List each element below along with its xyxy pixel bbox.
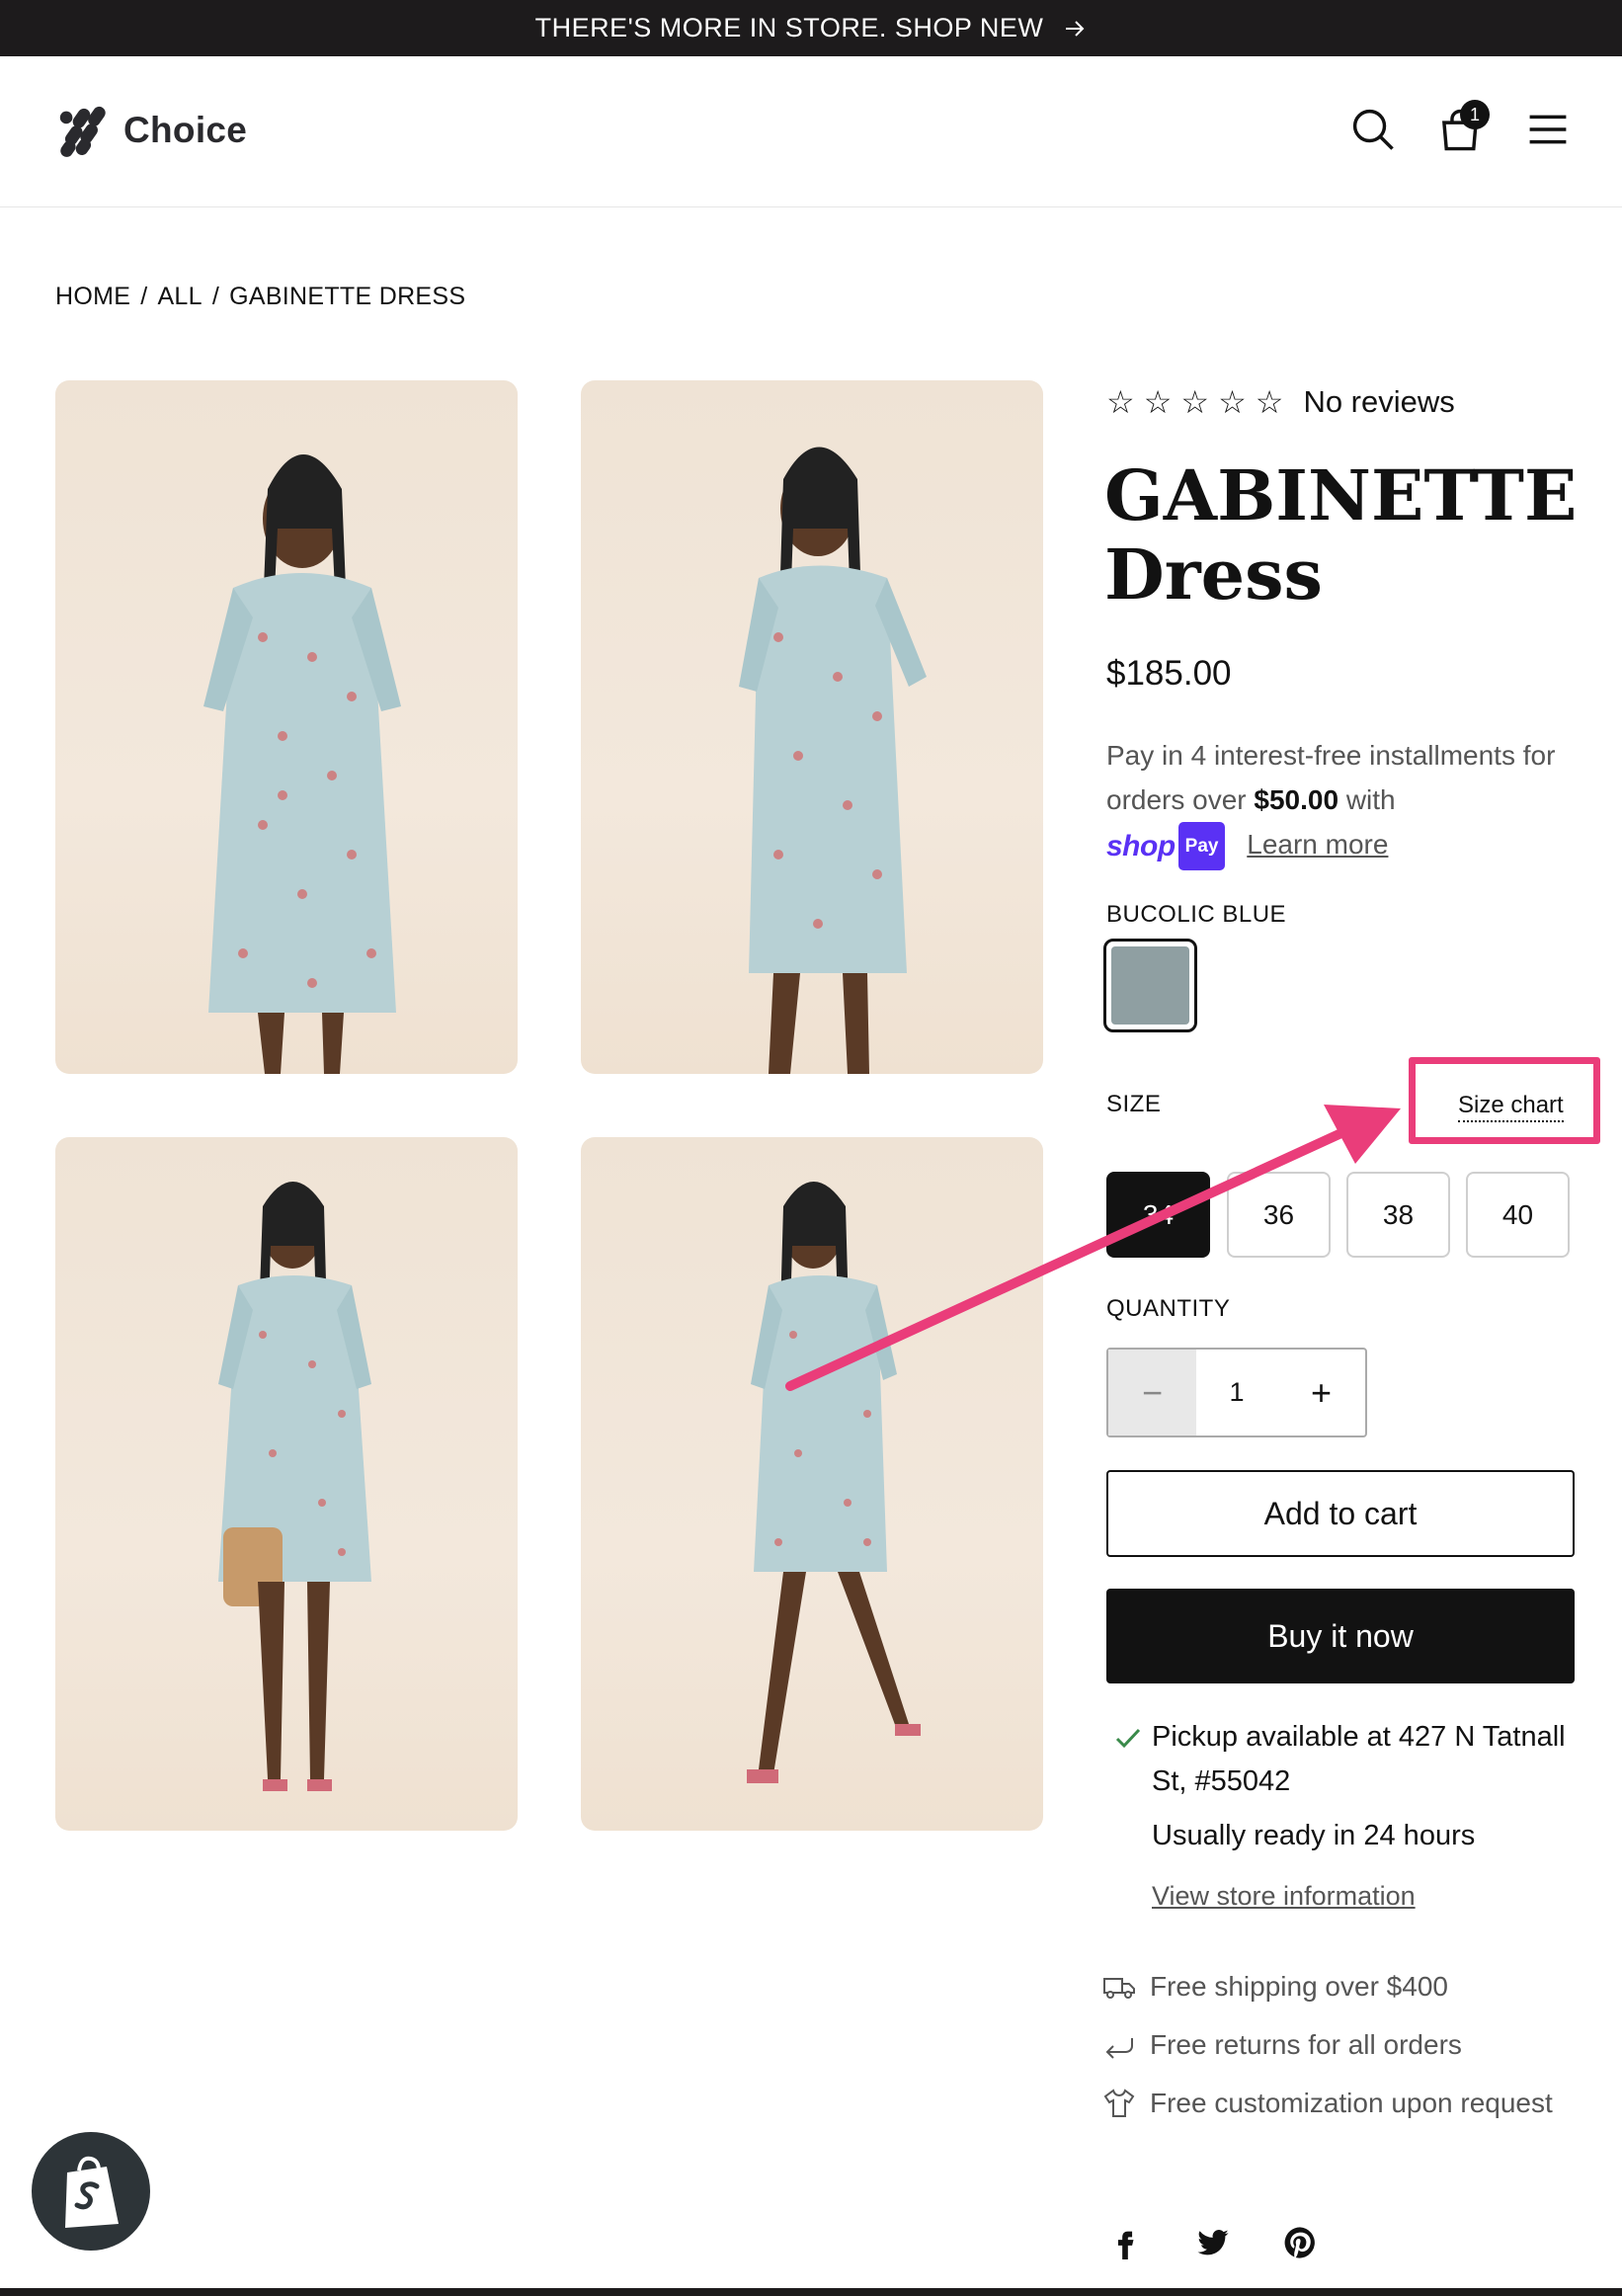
announcement-text[interactable]: THERE'S MORE IN STORE. SHOP NEW	[535, 13, 1044, 43]
model-figure	[218, 1182, 371, 1791]
perk-text: Free returns for all orders	[1150, 2029, 1462, 2060]
product-price: $185.00	[1106, 654, 1232, 693]
star-empty-icon: ☆	[1255, 384, 1284, 420]
quantity-input[interactable]: 1	[1196, 1350, 1277, 1435]
product-rating[interactable]: ☆ ☆ ☆ ☆ ☆ No reviews	[1106, 384, 1455, 420]
size-label: SIZE	[1106, 1091, 1162, 1117]
cart-icon[interactable]: 1	[1436, 100, 1490, 153]
shopify-badge[interactable]	[32, 2132, 150, 2251]
quantity-decrease-button[interactable]: −	[1108, 1350, 1196, 1435]
menu-icon[interactable]	[1524, 106, 1572, 153]
perk-free-returns: Free returns for all orders	[1102, 2022, 1462, 2067]
announcement-bar[interactable]: THERE'S MORE IN STORE. SHOP NEW	[0, 0, 1622, 56]
size-chart-link[interactable]: Size chart	[1458, 1091, 1564, 1122]
shirt-icon	[1103, 2089, 1135, 2117]
model-figure	[203, 454, 401, 1074]
learn-more-link[interactable]: Learn more	[1247, 829, 1388, 860]
breadcrumb-separator: /	[140, 283, 148, 310]
swatch-fill	[1111, 946, 1189, 1025]
truck-icon	[1103, 1978, 1135, 1999]
facebook-icon[interactable]	[1105, 2223, 1145, 2262]
shopify-bag-icon	[65, 2156, 119, 2228]
breadcrumb-all[interactable]: ALL	[157, 283, 202, 311]
installments-with: with	[1345, 784, 1396, 815]
size-option-34[interactable]: 34	[1106, 1172, 1210, 1258]
installments-message: Pay in 4 interest-free installments for …	[1106, 733, 1581, 871]
view-store-information-link[interactable]: View store information	[1152, 1881, 1416, 1912]
shop-pay-shop-text: shop	[1106, 830, 1176, 863]
logo-icon	[59, 106, 106, 157]
breadcrumb-separator: /	[211, 283, 220, 310]
reviews-count: No reviews	[1303, 384, 1455, 419]
return-icon	[1105, 2038, 1133, 2059]
star-rating: ☆ ☆ ☆ ☆ ☆	[1106, 386, 1283, 418]
star-empty-icon: ☆	[1106, 384, 1135, 420]
color-swatch-bucolic-blue[interactable]	[1103, 939, 1197, 1032]
product-image-1[interactable]	[55, 380, 518, 1074]
model-figure	[747, 1182, 921, 1783]
quantity-label: QUANTITY	[1106, 1295, 1231, 1322]
pickup-availability: Pickup available at 427 N Tatnall St, #5…	[1152, 1721, 1566, 1797]
perk-free-shipping: Free shipping over $400	[1102, 1964, 1448, 2009]
quantity-increase-button[interactable]: +	[1277, 1350, 1365, 1435]
breadcrumb-home[interactable]: HOME	[55, 283, 130, 311]
model-figure	[739, 447, 927, 1074]
pickup-ready-time: Usually ready in 24 hours	[1152, 1820, 1476, 1851]
arrow-right-icon	[1066, 20, 1085, 37]
color-label: BUCOLIC BLUE	[1106, 901, 1287, 928]
search-icon[interactable]	[1349, 106, 1397, 153]
twitter-icon[interactable]	[1193, 2223, 1233, 2262]
breadcrumb-current: GABINETTE DRESS	[229, 283, 466, 310]
bottom-bar	[0, 2288, 1622, 2296]
shop-pay-pay-badge: Pay	[1177, 822, 1226, 871]
size-option-38[interactable]: 38	[1346, 1172, 1450, 1258]
size-option-36[interactable]: 36	[1227, 1172, 1331, 1258]
star-empty-icon: ☆	[1218, 384, 1247, 420]
logo[interactable]: Choice	[54, 102, 247, 159]
buy-it-now-button[interactable]: Buy it now	[1106, 1589, 1575, 1683]
perk-text: Free shipping over $400	[1150, 1971, 1448, 2002]
product-title: GABINETTE Dress	[1104, 454, 1578, 615]
size-option-40[interactable]: 40	[1466, 1172, 1570, 1258]
quantity-stepper: − 1 +	[1106, 1348, 1367, 1437]
site-header: Choice 1	[0, 56, 1622, 207]
installments-threshold: $50.00	[1254, 784, 1339, 815]
perk-text: Free customization upon request	[1150, 2088, 1553, 2118]
star-empty-icon: ☆	[1180, 384, 1210, 420]
product-image-2[interactable]	[581, 380, 1043, 1074]
pinterest-icon[interactable]	[1280, 2223, 1320, 2262]
check-icon	[1115, 1728, 1141, 1749]
breadcrumb: HOME / ALL / GABINETTE DRESS	[55, 283, 465, 311]
product-image-4[interactable]	[581, 1137, 1043, 1831]
star-empty-icon: ☆	[1143, 384, 1173, 420]
logo-text: Choice	[123, 110, 248, 150]
perk-free-customization: Free customization upon request	[1102, 2081, 1567, 2125]
add-to-cart-button[interactable]: Add to cart	[1106, 1470, 1575, 1557]
cart-count-badge: 1	[1460, 100, 1490, 129]
shop-pay-logo: shop Pay	[1106, 822, 1226, 871]
product-image-3[interactable]	[55, 1137, 518, 1831]
